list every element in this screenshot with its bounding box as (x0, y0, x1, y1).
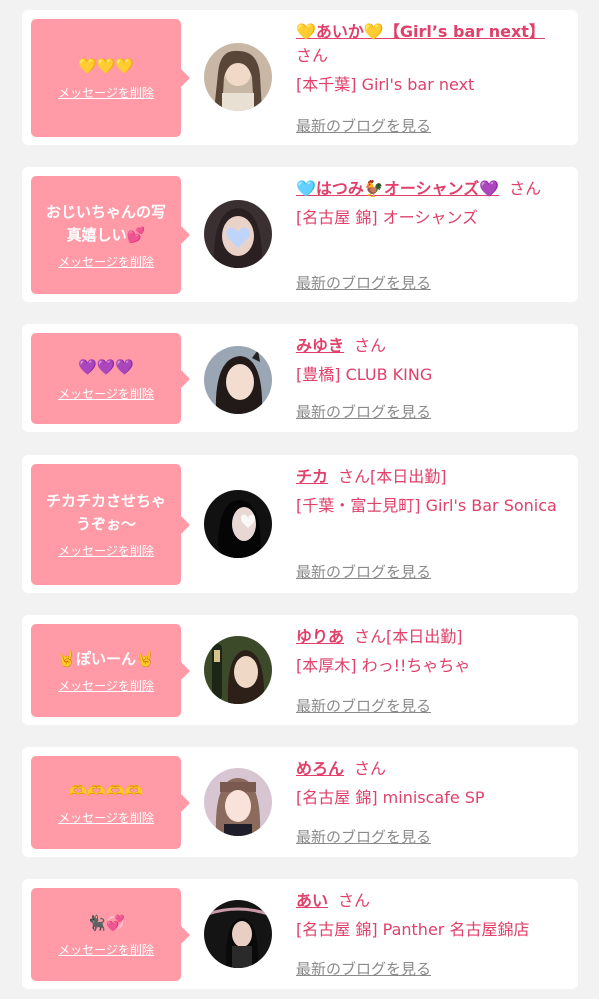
message-text: おじいちゃんの写真嬉しい💕 (45, 202, 166, 244)
shop-label: [名古屋 錦] miniscafe SP (296, 788, 485, 807)
name-line: 💛あいか💛【Girl’s bar next】 さん (296, 20, 566, 68)
shop-label: [名古屋 錦] Panther 名古屋錦店 (296, 920, 530, 939)
message-text: 💛💛💛 (77, 57, 135, 75)
message-bubble: 💜💜💜 メッセージを削除 (31, 333, 190, 424)
avatar[interactable] (204, 900, 272, 968)
delete-message-link[interactable]: メッセージを削除 (58, 809, 154, 826)
message-card: 🫶🫶🫶🫶 メッセージを削除 めろん さん [名古屋 錦] miniscafe SP… (22, 747, 578, 857)
message-bubble: 🤘ぽいーん🤘 メッセージを削除 (31, 624, 190, 717)
attendance-status: [本日出勤] (386, 627, 463, 646)
message-text: 🐈‍⬛💞 (87, 913, 125, 932)
blog-link[interactable]: 最新のブログを見る (296, 115, 431, 136)
avatar[interactable] (204, 768, 272, 836)
blog-link[interactable]: 最新のブログを見る (296, 561, 431, 582)
cast-name-link[interactable]: あい (296, 891, 328, 910)
cast-name-link[interactable]: 🩵はつみ🐓オーシャンズ💜 (296, 179, 499, 198)
blog-link[interactable]: 最新のブログを見る (296, 272, 431, 293)
cast-name-link[interactable]: 💛あいか💛【Girl’s bar next】 (296, 22, 545, 41)
cast-name-link[interactable]: めろん (296, 759, 344, 778)
san-label: さん (296, 46, 329, 65)
delete-message-link[interactable]: メッセージを削除 (58, 941, 154, 958)
message-list: 💛💛💛 メッセージを削除 💛あいか💛【Girl’s bar next】 さん [本… (0, 0, 599, 999)
name-line: チカ さん[本日出勤] (296, 465, 566, 489)
cast-name-link[interactable]: ゆりあ (296, 627, 344, 646)
message-card: チカチカさせちゃうぞぉ〜 メッセージを削除 チカ さん[本日出勤] [千葉・富士見… (22, 455, 578, 593)
message-card: 💜💜💜 メッセージを削除 みゆき さん [豊橋] CLUB KING 最新のブログ… (22, 324, 578, 432)
name-line: ゆりあ さん[本日出勤] (296, 625, 566, 649)
shop-label: [本千葉] Girl's bar next (296, 75, 475, 94)
delete-message-link[interactable]: メッセージを削除 (58, 385, 154, 402)
delete-message-link[interactable]: メッセージを削除 (58, 677, 154, 694)
card-info: めろん さん [名古屋 錦] miniscafe SP (296, 757, 566, 811)
message-text: 🤘ぽいーん🤘 (57, 649, 155, 668)
delete-message-link[interactable]: メッセージを削除 (58, 253, 154, 270)
message-bubble: 🐈‍⬛💞 メッセージを削除 (31, 888, 190, 981)
shop-label: [千葉・富士見町] Girl's Bar Sonica (296, 496, 557, 515)
message-text: チカチカさせちゃうぞぉ〜 (45, 492, 166, 533)
message-bubble: 💛💛💛 メッセージを削除 (31, 19, 190, 137)
message-card: 🐈‍⬛💞 メッセージを削除 あい さん [名古屋 錦] Panther 名古屋錦店… (22, 879, 578, 989)
cast-name-link[interactable]: チカ (296, 467, 328, 486)
name-line: めろん さん (296, 757, 566, 781)
avatar[interactable] (204, 636, 272, 704)
name-line: みゆき さん (296, 334, 566, 358)
blog-link[interactable]: 最新のブログを見る (296, 401, 431, 422)
attendance-status: [本日出勤] (370, 467, 447, 486)
message-card: 💛💛💛 メッセージを削除 💛あいか💛【Girl’s bar next】 さん [本… (22, 10, 578, 145)
shop-label: [名古屋 錦] オーシャンズ (296, 208, 479, 227)
card-info: みゆき さん [豊橋] CLUB KING (296, 334, 566, 388)
san-label: さん (354, 759, 387, 778)
blog-link[interactable]: 最新のブログを見る (296, 695, 431, 716)
san-label: さん (338, 891, 371, 910)
san-label: さん (354, 336, 387, 355)
message-bubble: チカチカさせちゃうぞぉ〜 メッセージを削除 (31, 464, 190, 585)
blog-link[interactable]: 最新のブログを見る (296, 826, 431, 847)
message-bubble: 🫶🫶🫶🫶 メッセージを削除 (31, 756, 190, 849)
san-label: さん (354, 627, 387, 646)
card-info: ゆりあ さん[本日出勤] [本厚木] わっ!!ちゃちゃ (296, 625, 566, 679)
avatar[interactable] (204, 490, 272, 558)
shop-label: [豊橋] CLUB KING (296, 365, 433, 384)
avatar[interactable] (204, 200, 272, 268)
message-text: 🫶🫶🫶🫶 (68, 781, 144, 800)
cast-name-link[interactable]: みゆき (296, 336, 344, 355)
card-info: チカ さん[本日出勤] [千葉・富士見町] Girl's Bar Sonica (296, 465, 566, 519)
delete-message-link[interactable]: メッセージを削除 (58, 542, 154, 559)
blog-link[interactable]: 最新のブログを見る (296, 958, 431, 979)
message-text: 💜💜💜 (77, 357, 135, 376)
name-line: あい さん (296, 889, 566, 913)
name-line: 🩵はつみ🐓オーシャンズ💜 さん (296, 177, 566, 201)
card-info: あい さん [名古屋 錦] Panther 名古屋錦店 (296, 889, 566, 943)
san-label: さん (509, 179, 542, 198)
avatar[interactable] (204, 43, 272, 111)
san-label: さん (338, 467, 371, 486)
card-info: 💛あいか💛【Girl’s bar next】 さん [本千葉] Girl's ba… (296, 20, 566, 98)
card-info: 🩵はつみ🐓オーシャンズ💜 さん [名古屋 錦] オーシャンズ (296, 177, 566, 231)
avatar[interactable] (204, 346, 272, 414)
message-bubble: おじいちゃんの写真嬉しい💕 メッセージを削除 (31, 176, 190, 294)
delete-message-link[interactable]: メッセージを削除 (58, 84, 154, 101)
message-card: 🤘ぽいーん🤘 メッセージを削除 ゆりあ さん[本日出勤] [本厚木] わっ!!ちゃ… (22, 615, 578, 725)
message-card: おじいちゃんの写真嬉しい💕 メッセージを削除 🩵はつみ🐓オーシャンズ💜 さん [名… (22, 167, 578, 302)
shop-label: [本厚木] わっ!!ちゃちゃ (296, 656, 471, 675)
